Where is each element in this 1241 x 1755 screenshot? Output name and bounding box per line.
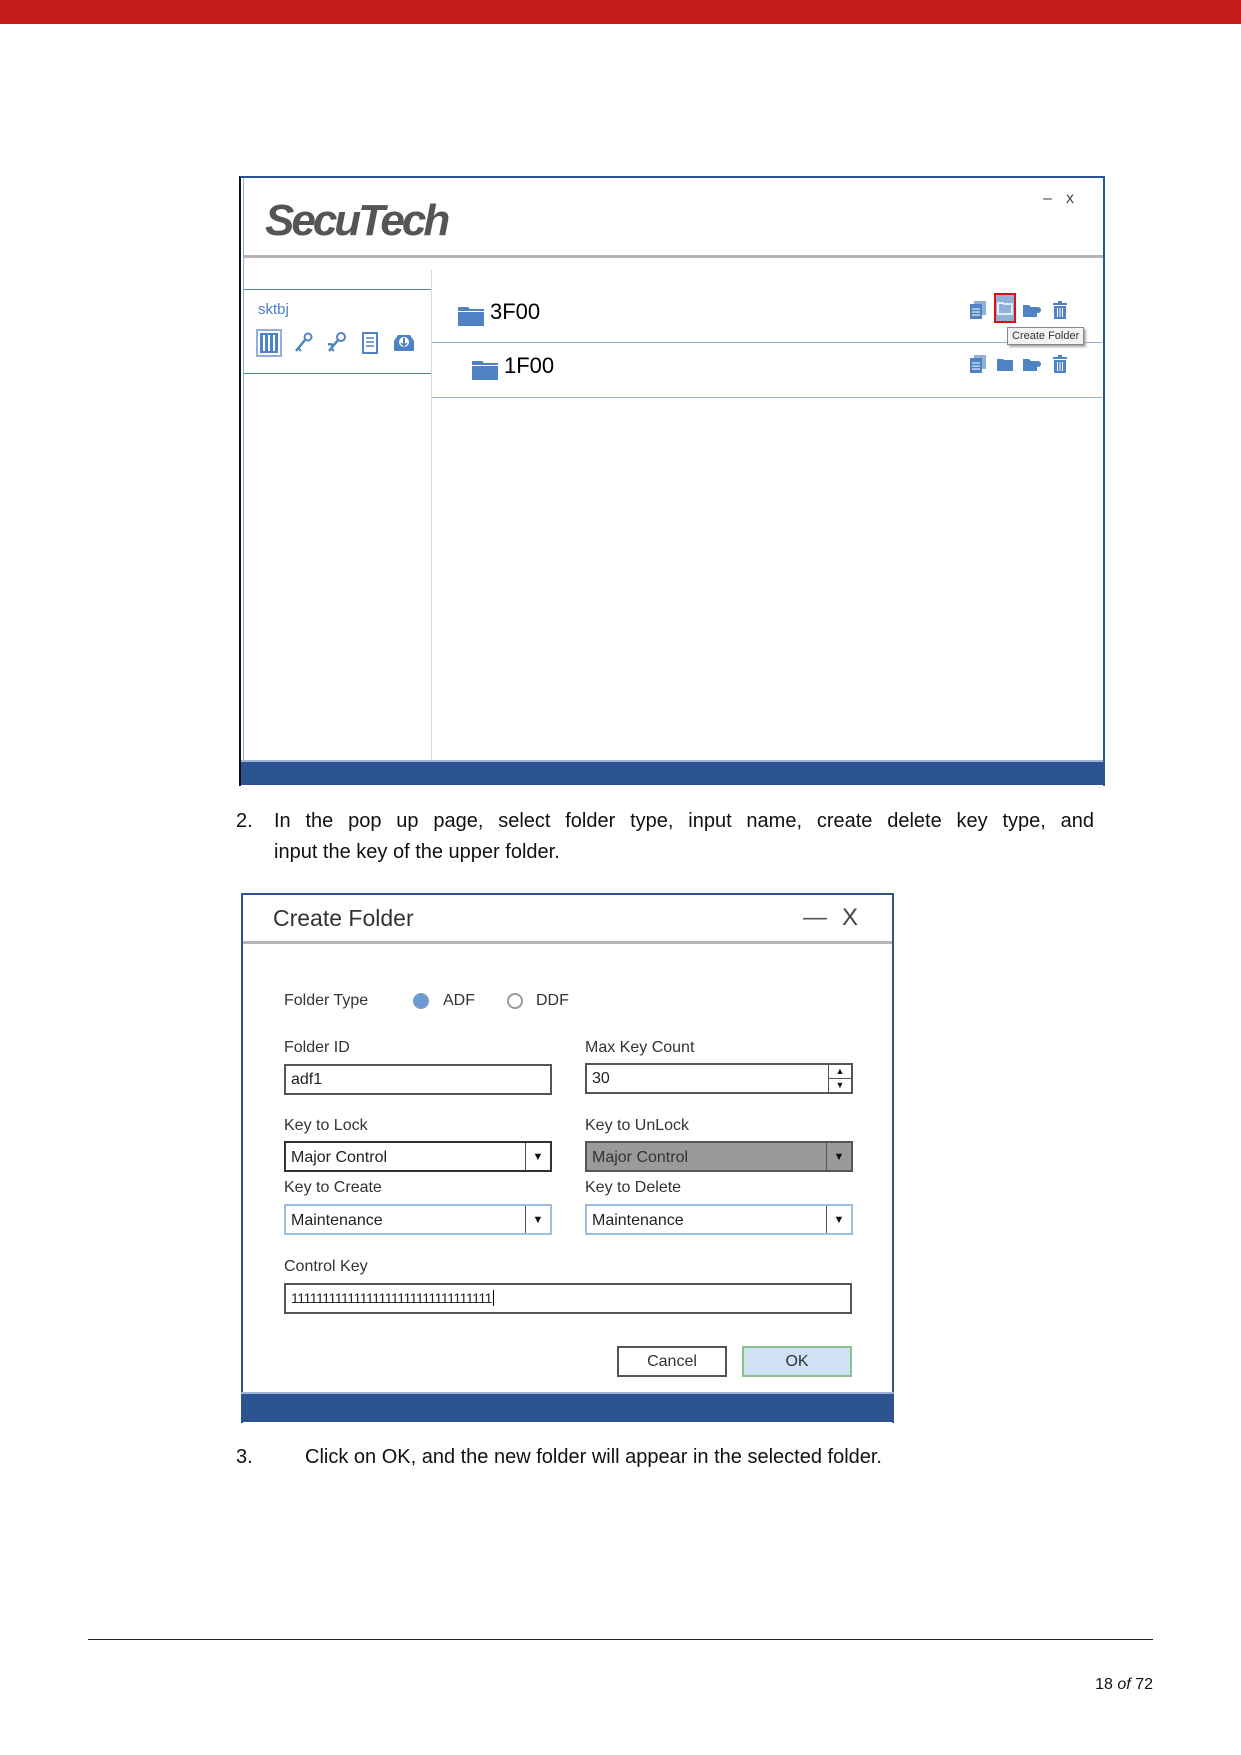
copy-icon[interactable]	[968, 354, 988, 374]
document-icon[interactable]	[357, 329, 383, 357]
chevron-down-icon[interactable]: ▼	[525, 1143, 550, 1170]
dialog-divider	[243, 941, 892, 944]
create-folder-icon	[997, 302, 1013, 315]
row-divider	[432, 342, 1102, 343]
key-to-lock-value: Major Control	[291, 1149, 388, 1166]
window-footer-bar	[241, 760, 1103, 785]
max-key-count-stepper[interactable]: 30 ▲ ▼	[585, 1063, 853, 1094]
chevron-down-icon[interactable]: ▼	[525, 1206, 550, 1233]
dialog-title: Create Folder	[273, 905, 414, 931]
folder-key-icon[interactable]	[1023, 300, 1043, 320]
chevron-down-icon: ▼	[826, 1143, 851, 1170]
row-divider	[432, 397, 1102, 398]
key-to-unlock-label: Key to UnLock	[585, 1117, 690, 1134]
cancel-button[interactable]: Cancel	[617, 1346, 727, 1377]
ddf-radio[interactable]	[507, 993, 523, 1009]
create-folder-icon[interactable]	[995, 354, 1015, 374]
control-key-value: 11111111111111111111111111111111	[291, 1290, 492, 1306]
folder-id-label: Folder ID	[284, 1039, 350, 1056]
create-folder-button[interactable]	[994, 293, 1016, 323]
window-minimize-button[interactable]: –	[1043, 190, 1052, 208]
delete-icon[interactable]	[1050, 354, 1070, 374]
key-icon[interactable]	[290, 329, 316, 357]
key-to-delete-select[interactable]: Maintenance ▼	[585, 1204, 853, 1235]
tooltip: Create Folder	[1007, 327, 1085, 345]
key-to-lock-label: Key to Lock	[284, 1117, 368, 1134]
sidebar-divider-bottom	[244, 373, 432, 374]
key-to-create-value: Maintenance	[291, 1212, 383, 1229]
footer-divider	[88, 1639, 1153, 1640]
window-close-button[interactable]: x	[1066, 190, 1074, 208]
dialog-footer-bar	[241, 1392, 894, 1422]
key-to-create-label: Key to Create	[284, 1179, 382, 1196]
app-window	[239, 176, 1105, 786]
folder-icon	[458, 307, 484, 326]
header-accent-bar	[0, 0, 1241, 24]
download-tray-icon[interactable]	[391, 329, 417, 357]
page-number: 18 of 72	[1000, 1676, 1153, 1694]
step-text: input the key of the upper folder.	[274, 841, 560, 863]
control-key-input[interactable]: 11111111111111111111111111111111​	[284, 1283, 852, 1314]
sidebar-divider-top	[244, 289, 432, 290]
ok-button[interactable]: OK	[742, 1346, 852, 1377]
folder-id-input[interactable]: adf1	[284, 1064, 552, 1095]
stepper-arrows[interactable]: ▲ ▼	[828, 1065, 851, 1092]
total-pages: 72	[1135, 1676, 1153, 1693]
text-cursor: ​	[492, 1290, 494, 1306]
page-of: of	[1117, 1676, 1131, 1693]
adf-radio[interactable]	[413, 993, 429, 1009]
adf-label[interactable]: ADF	[443, 992, 475, 1010]
keys-icon[interactable]	[323, 329, 349, 357]
step-text: In the pop up page, select folder type, …	[274, 810, 1094, 832]
folder-key-icon[interactable]	[1023, 354, 1043, 374]
key-to-lock-select[interactable]: Major Control ▼	[284, 1141, 552, 1172]
step-number: 2.	[236, 810, 253, 832]
step-number: 3.	[236, 1446, 253, 1468]
dialog-close-button[interactable]: X	[842, 904, 858, 932]
control-key-label: Control Key	[284, 1258, 368, 1275]
folder-row[interactable]: 3F00	[432, 292, 1102, 342]
key-to-unlock-select: Major Control ▼	[585, 1141, 853, 1172]
spin-up-icon[interactable]: ▲	[829, 1065, 851, 1078]
folder-name: 1F00	[504, 353, 555, 378]
key-to-delete-value: Maintenance	[592, 1212, 684, 1229]
max-key-count-value: 30	[592, 1070, 610, 1087]
header-divider	[244, 255, 1103, 258]
key-to-unlock-value: Major Control	[592, 1149, 689, 1166]
dialog-minimize-button[interactable]: —	[803, 904, 827, 932]
current-page: 18	[1095, 1676, 1113, 1693]
copy-icon[interactable]	[968, 300, 988, 320]
delete-icon[interactable]	[1050, 300, 1070, 320]
window-border	[243, 178, 244, 761]
key-to-create-select[interactable]: Maintenance ▼	[284, 1204, 552, 1235]
chevron-down-icon[interactable]: ▼	[826, 1206, 851, 1233]
spin-down-icon[interactable]: ▼	[829, 1078, 851, 1092]
step-text: Click on OK, and the new folder will app…	[305, 1446, 882, 1468]
secutech-logo: SecuTech	[265, 196, 450, 245]
folder-row[interactable]: 1F00	[432, 346, 1102, 396]
user-name: sktbj	[258, 301, 289, 318]
ddf-label[interactable]: DDF	[536, 992, 569, 1010]
sidebar-splitter[interactable]	[431, 270, 432, 760]
folder-icon	[472, 361, 498, 380]
max-key-count-label: Max Key Count	[585, 1039, 695, 1056]
folder-name: 3F00	[490, 299, 541, 324]
folder-type-label: Folder Type	[284, 992, 369, 1009]
key-list-icon[interactable]	[256, 329, 282, 357]
key-to-delete-label: Key to Delete	[585, 1179, 682, 1196]
